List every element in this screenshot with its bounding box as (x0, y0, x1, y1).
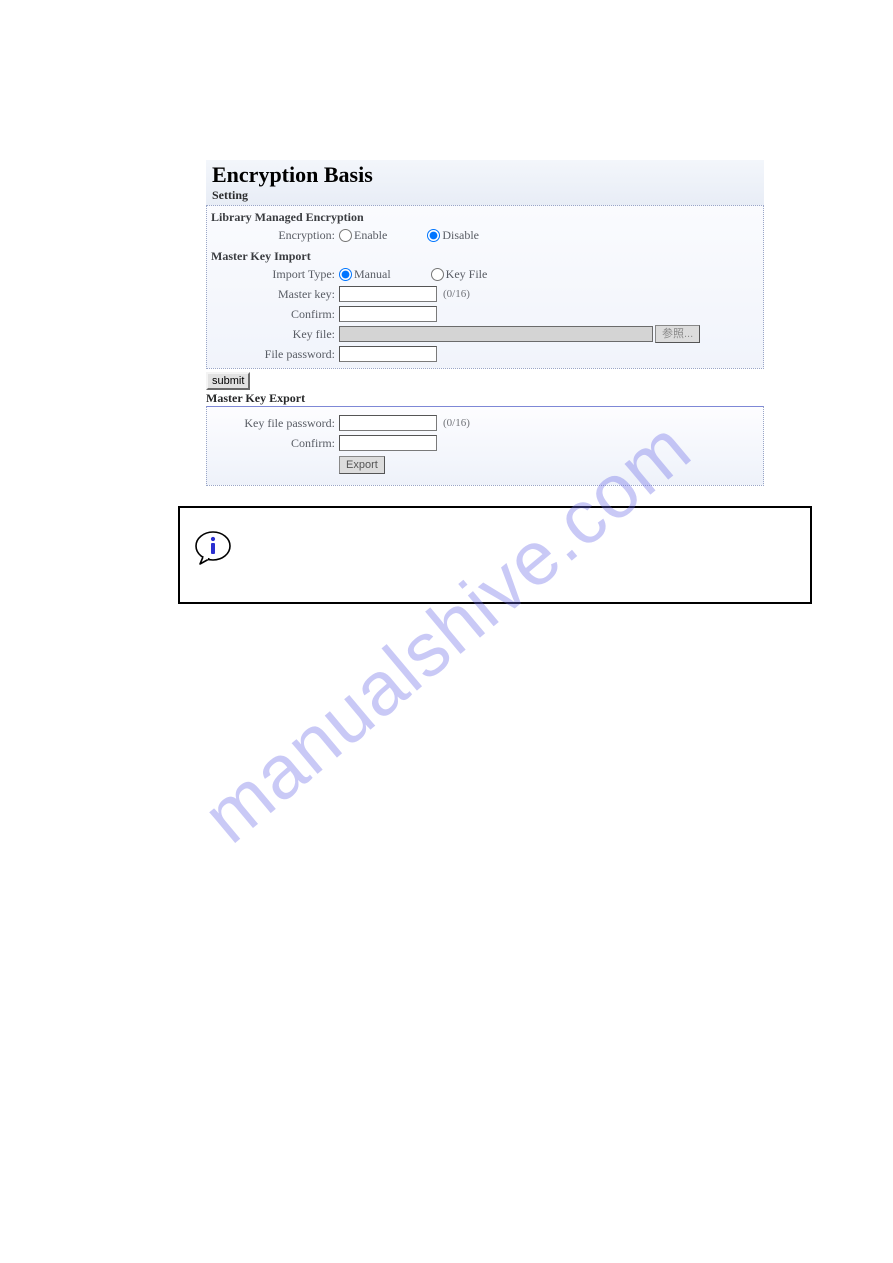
master-key-export-heading: Master Key Export (206, 390, 764, 406)
encryption-label: Encryption: (207, 228, 339, 243)
key-file-input (339, 326, 653, 342)
info-icon (194, 530, 234, 570)
master-key-label: Master key: (207, 287, 339, 302)
key-file-password-label: Key file password: (207, 416, 339, 431)
master-key-confirm-input[interactable] (339, 306, 437, 322)
encryption-disable-option[interactable]: Disable (427, 228, 479, 243)
between-sections: submit Master Key Export (206, 369, 764, 406)
encryption-enable-radio[interactable] (339, 229, 352, 242)
import-type-keyfile-radio[interactable] (431, 268, 444, 281)
panel-subtitle: Setting (212, 188, 758, 205)
master-key-import-heading: Master Key Import (207, 245, 763, 264)
encryption-disable-radio[interactable] (427, 229, 440, 242)
encryption-disable-label: Disable (442, 228, 479, 243)
master-key-hint: (0/16) (443, 288, 470, 300)
import-type-manual-option[interactable]: Manual (339, 267, 391, 282)
key-file-password-hint: (0/16) (443, 417, 470, 429)
import-type-manual-radio[interactable] (339, 268, 352, 281)
title-bar: Encryption Basis Setting (206, 160, 764, 205)
import-settings-section: Library Managed Encryption Encryption: E… (206, 205, 764, 369)
submit-button[interactable]: submit (206, 372, 250, 390)
file-password-label: File password: (207, 347, 339, 362)
encryption-enable-option[interactable]: Enable (339, 228, 387, 243)
export-confirm-input[interactable] (339, 435, 437, 451)
info-box (178, 506, 812, 604)
key-file-label: Key file: (207, 327, 339, 342)
library-managed-heading: Library Managed Encryption (207, 206, 763, 225)
export-confirm-label: Confirm: (207, 436, 339, 451)
encryption-basis-panel: Encryption Basis Setting Library Managed… (206, 160, 764, 486)
export-section: Key file password: (0/16) Confirm: Expor… (206, 406, 764, 486)
master-key-input[interactable] (339, 286, 437, 302)
file-password-input[interactable] (339, 346, 437, 362)
import-type-manual-label: Manual (354, 267, 391, 282)
import-type-keyfile-option[interactable]: Key File (431, 267, 488, 282)
export-button[interactable]: Export (339, 456, 385, 474)
panel-title: Encryption Basis (212, 162, 758, 188)
master-key-confirm-label: Confirm: (207, 307, 339, 322)
browse-button[interactable]: 参照... (655, 325, 700, 343)
import-type-label: Import Type: (207, 267, 339, 282)
key-file-password-input[interactable] (339, 415, 437, 431)
import-type-keyfile-label: Key File (446, 267, 488, 282)
encryption-enable-label: Enable (354, 228, 387, 243)
